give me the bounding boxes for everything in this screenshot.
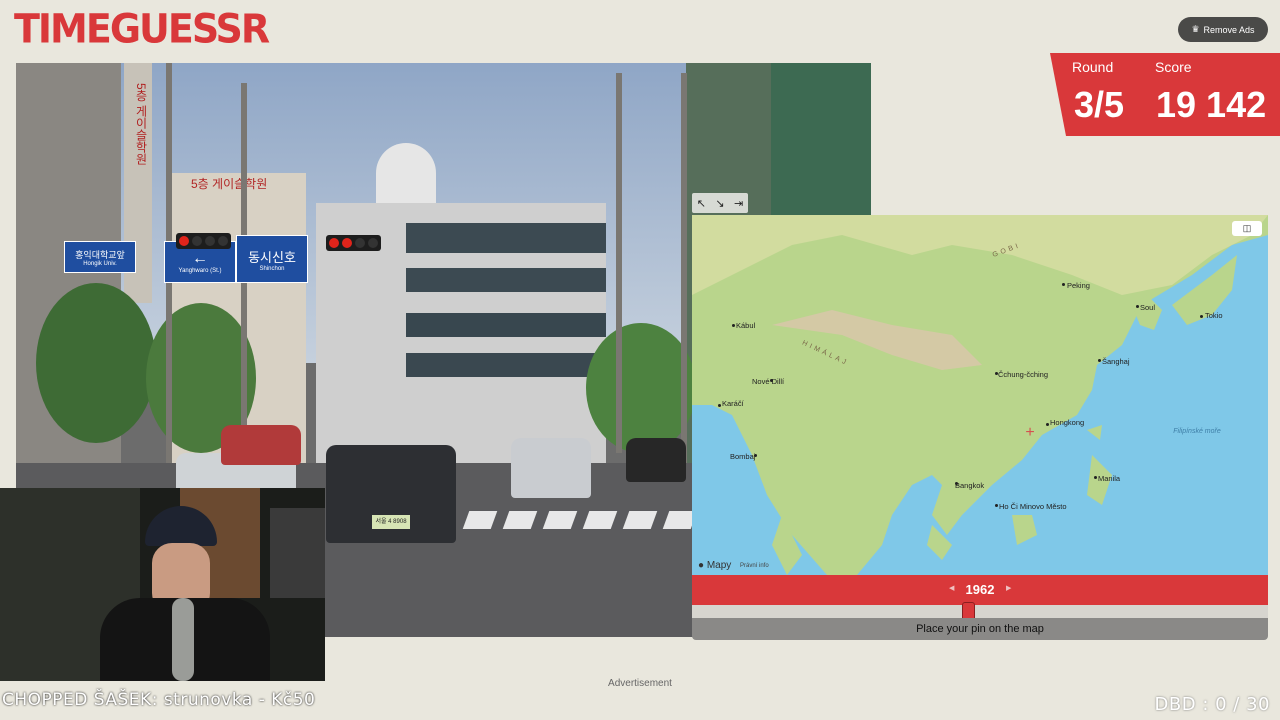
photo-traffic-light-1	[176, 233, 231, 249]
map-city-hongkong: Hongkong	[1050, 418, 1085, 427]
map-city-manila: Manila	[1098, 474, 1121, 483]
photo-black-car	[626, 438, 686, 482]
photo-taxi-car: 서울 4 8908	[326, 445, 456, 543]
scoreboard: Round Score 3/5 19 142	[1050, 53, 1280, 136]
map-city-soul: Soul	[1140, 303, 1156, 312]
photo-tree-left	[36, 283, 156, 443]
map-city-kabul: Kábul	[736, 321, 756, 330]
photo-pole-3	[616, 73, 622, 453]
sign-direction-sub: Yanghwaro (St.)	[178, 268, 222, 274]
legal-info-link[interactable]: Právní info	[740, 563, 769, 569]
map-city-ho-ci-minovo-mesto: Ho Či Minovo Město	[999, 502, 1067, 511]
map-city-dot	[1200, 315, 1203, 318]
selected-year: 1962	[965, 582, 995, 597]
dbd-counter: DBD : 0 / 30	[1154, 694, 1270, 715]
map-city-dot	[1046, 423, 1049, 426]
photo-windows-1	[406, 223, 606, 253]
photo-traffic-light-2	[326, 235, 381, 251]
photo-pole-4	[681, 73, 687, 463]
shrink-icon[interactable]: ↘	[715, 197, 724, 210]
sign-hongik-text: 홍익대학교앞	[75, 249, 125, 260]
remove-ads-label: Remove Ads	[1203, 24, 1255, 35]
photo-bowling-pin	[376, 143, 436, 203]
donation-text: CHOPPED ŠAŠEK: strunovka - Kč50	[2, 690, 316, 710]
pin-icon[interactable]: ⇥	[734, 197, 743, 210]
guess-map[interactable]: GOBI HIMÁLAJ Filipínské moře Peking Soul…	[692, 215, 1268, 575]
map-city-karaci: Karáčí	[722, 399, 744, 408]
crown-icon: ♛	[1191, 24, 1200, 34]
expand-icon[interactable]: ↖	[697, 197, 706, 210]
photo-shop-sign: 5층 게이슬학원	[191, 177, 268, 191]
map-city-cchung-cching: Čchung-čching	[998, 370, 1049, 379]
photo-building-green	[771, 63, 871, 223]
sign-shinchon-sub: Shinchon	[259, 265, 285, 272]
map-city-peking: Peking	[1067, 281, 1090, 290]
photo-windows-2	[406, 268, 606, 292]
sign-hongik-sub: Hongik Univ.	[83, 260, 117, 267]
apple-maps-attribution: ● Mapy	[698, 560, 731, 571]
chevron-right-icon[interactable]: ▶	[1006, 584, 1011, 592]
map-region-sea: Filipínské moře	[1173, 428, 1221, 435]
photo-windows-3	[406, 313, 606, 337]
year-selector: ◀ 1962 ▶	[692, 575, 1268, 605]
sign-shinchon-text: 동시신호	[248, 249, 296, 265]
photo-shop-sign-vertical: 5층 게이슬학원	[134, 83, 148, 166]
photo-shinchon-sign: 동시신호 Shinchon	[236, 235, 308, 283]
timeguessr-logo[interactable]: TIMEGUESSR	[14, 7, 270, 51]
photo-silver-car	[511, 438, 591, 498]
map-city-nove-dilli: Nové Dillí	[752, 377, 785, 386]
map-city-sanghaj: Šanghaj	[1102, 357, 1130, 366]
webcam-poster	[270, 508, 325, 598]
map-city-dot	[1136, 305, 1139, 308]
advertisement-label: Advertisement	[608, 678, 672, 689]
map-city-dot	[1098, 359, 1101, 362]
map-city-tokio: Tokio	[1205, 311, 1223, 320]
map-city-bangkok: Bangkok	[955, 481, 985, 490]
place-pin-button[interactable]: Place your pin on the map	[692, 618, 1268, 640]
photo-windows-4	[406, 353, 606, 377]
photo-tree-right	[586, 323, 696, 453]
score-label: Score	[1155, 59, 1192, 75]
photo-plate: 서울 4 8908	[372, 515, 410, 529]
map-land	[692, 215, 1268, 575]
apple-maps-text: Mapy	[706, 560, 732, 571]
map-city-dot	[732, 324, 735, 327]
photo-red-bus	[221, 425, 301, 465]
round-label: Round	[1072, 59, 1114, 75]
year-slider[interactable]	[692, 602, 1268, 621]
place-pin-label: Place your pin on the map	[916, 623, 1044, 635]
map-cursor-crosshair-icon: +	[1025, 424, 1035, 441]
map-size-controls: ↖ ↘ ⇥	[692, 193, 748, 213]
map-icon[interactable]: ◫	[1232, 221, 1262, 236]
streamer-webcam	[0, 488, 325, 681]
score-value: 19 142	[1156, 84, 1267, 125]
apple-logo-icon: ●	[698, 560, 705, 571]
photo-street-sign-hongik: 홍익대학교앞 Hongik Univ.	[64, 241, 136, 273]
direction-arrow-icon: ←	[192, 250, 208, 267]
map-city-dot	[1062, 283, 1065, 286]
map-city-bombaj: Bombaj	[730, 452, 756, 461]
webcam-microphone	[172, 598, 194, 681]
map-city-dot	[718, 404, 721, 407]
map-city-dot	[1094, 476, 1097, 479]
round-value: 3/5	[1074, 84, 1125, 125]
remove-ads-button[interactable]: ♛ Remove Ads	[1178, 17, 1268, 42]
map-city-dot	[995, 504, 998, 507]
